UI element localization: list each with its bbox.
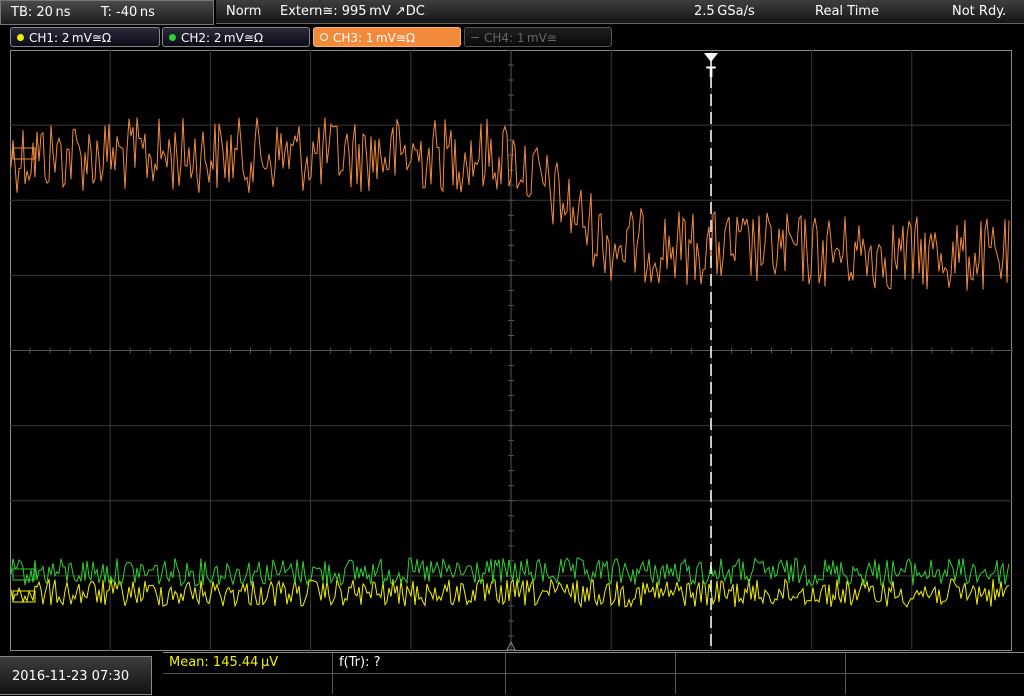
channel-2-button[interactable]: CH2: 2 mV≅Ω bbox=[162, 27, 310, 47]
timebase-box[interactable]: TB: 20 ns T: -40 ns bbox=[0, 0, 214, 25]
sample-rate: 2.5 GSa/s bbox=[694, 4, 755, 19]
trigger-time-value: T: -40 ns bbox=[101, 5, 155, 20]
channel-3-button[interactable]: CH3: 1 mV≅Ω bbox=[313, 27, 461, 47]
waveform-display[interactable]: T bbox=[10, 50, 1013, 651]
channel-2-label: CH2: 2 mV≅Ω bbox=[181, 31, 264, 45]
measurement-slot-8[interactable] bbox=[506, 674, 676, 694]
measurement-1[interactable]: Mean: 145.44 µV bbox=[163, 653, 333, 673]
channel-1-label: CH1: 2 mV≅Ω bbox=[29, 31, 112, 45]
trigger-source: Extern≅: 995 mV ↗DC bbox=[280, 4, 425, 19]
channel-2-indicator-icon bbox=[169, 34, 176, 41]
channel-bar: CH1: 2 mV≅Ω CH2: 2 mV≅Ω CH3: 1 mV≅Ω CH4:… bbox=[0, 26, 1024, 50]
channel-4-label: CH4: 1 mV≅ bbox=[484, 31, 557, 45]
measurement-slot-6[interactable] bbox=[163, 674, 333, 694]
channel-1-indicator-icon bbox=[17, 34, 24, 41]
measurement-slot-3[interactable] bbox=[506, 653, 676, 673]
channel-4-button[interactable]: CH4: 1 mV≅ bbox=[464, 27, 612, 47]
channel-4-indicator-icon bbox=[471, 37, 479, 38]
run-status: Not Rdy. bbox=[952, 4, 1007, 19]
channel-1-button[interactable]: CH1: 2 mV≅Ω bbox=[10, 27, 160, 47]
measurement-slot-7[interactable] bbox=[333, 674, 506, 694]
channel-3-indicator-icon bbox=[320, 33, 328, 41]
datetime-box: 2016-11-23 07:30 bbox=[0, 656, 152, 695]
datetime-value: 2016-11-23 07:30 bbox=[12, 669, 130, 684]
measurement-2[interactable]: f(Tr): ? bbox=[333, 653, 506, 673]
channel-3-label: CH3: 1 mV≅Ω bbox=[333, 31, 416, 45]
timebase-value: TB: 20 ns bbox=[11, 5, 71, 20]
bottom-bar: 2016-11-23 07:30 Mean: 145.44 µV f(Tr): … bbox=[0, 652, 1024, 695]
measurement-slot-4[interactable] bbox=[676, 653, 846, 673]
measurement-slot-10[interactable] bbox=[846, 674, 1024, 694]
trigger-mode: Norm bbox=[226, 4, 262, 19]
measurement-slot-5[interactable] bbox=[846, 653, 1024, 673]
measurement-table[interactable]: Mean: 145.44 µV f(Tr): ? bbox=[163, 652, 1024, 695]
acquisition-mode: Real Time bbox=[815, 4, 879, 19]
measurement-slot-9[interactable] bbox=[676, 674, 846, 694]
top-status-bar: TB: 20 ns T: -40 ns Norm Extern≅: 995 mV… bbox=[0, 0, 1024, 25]
trigger-marker-label: T bbox=[706, 65, 716, 81]
